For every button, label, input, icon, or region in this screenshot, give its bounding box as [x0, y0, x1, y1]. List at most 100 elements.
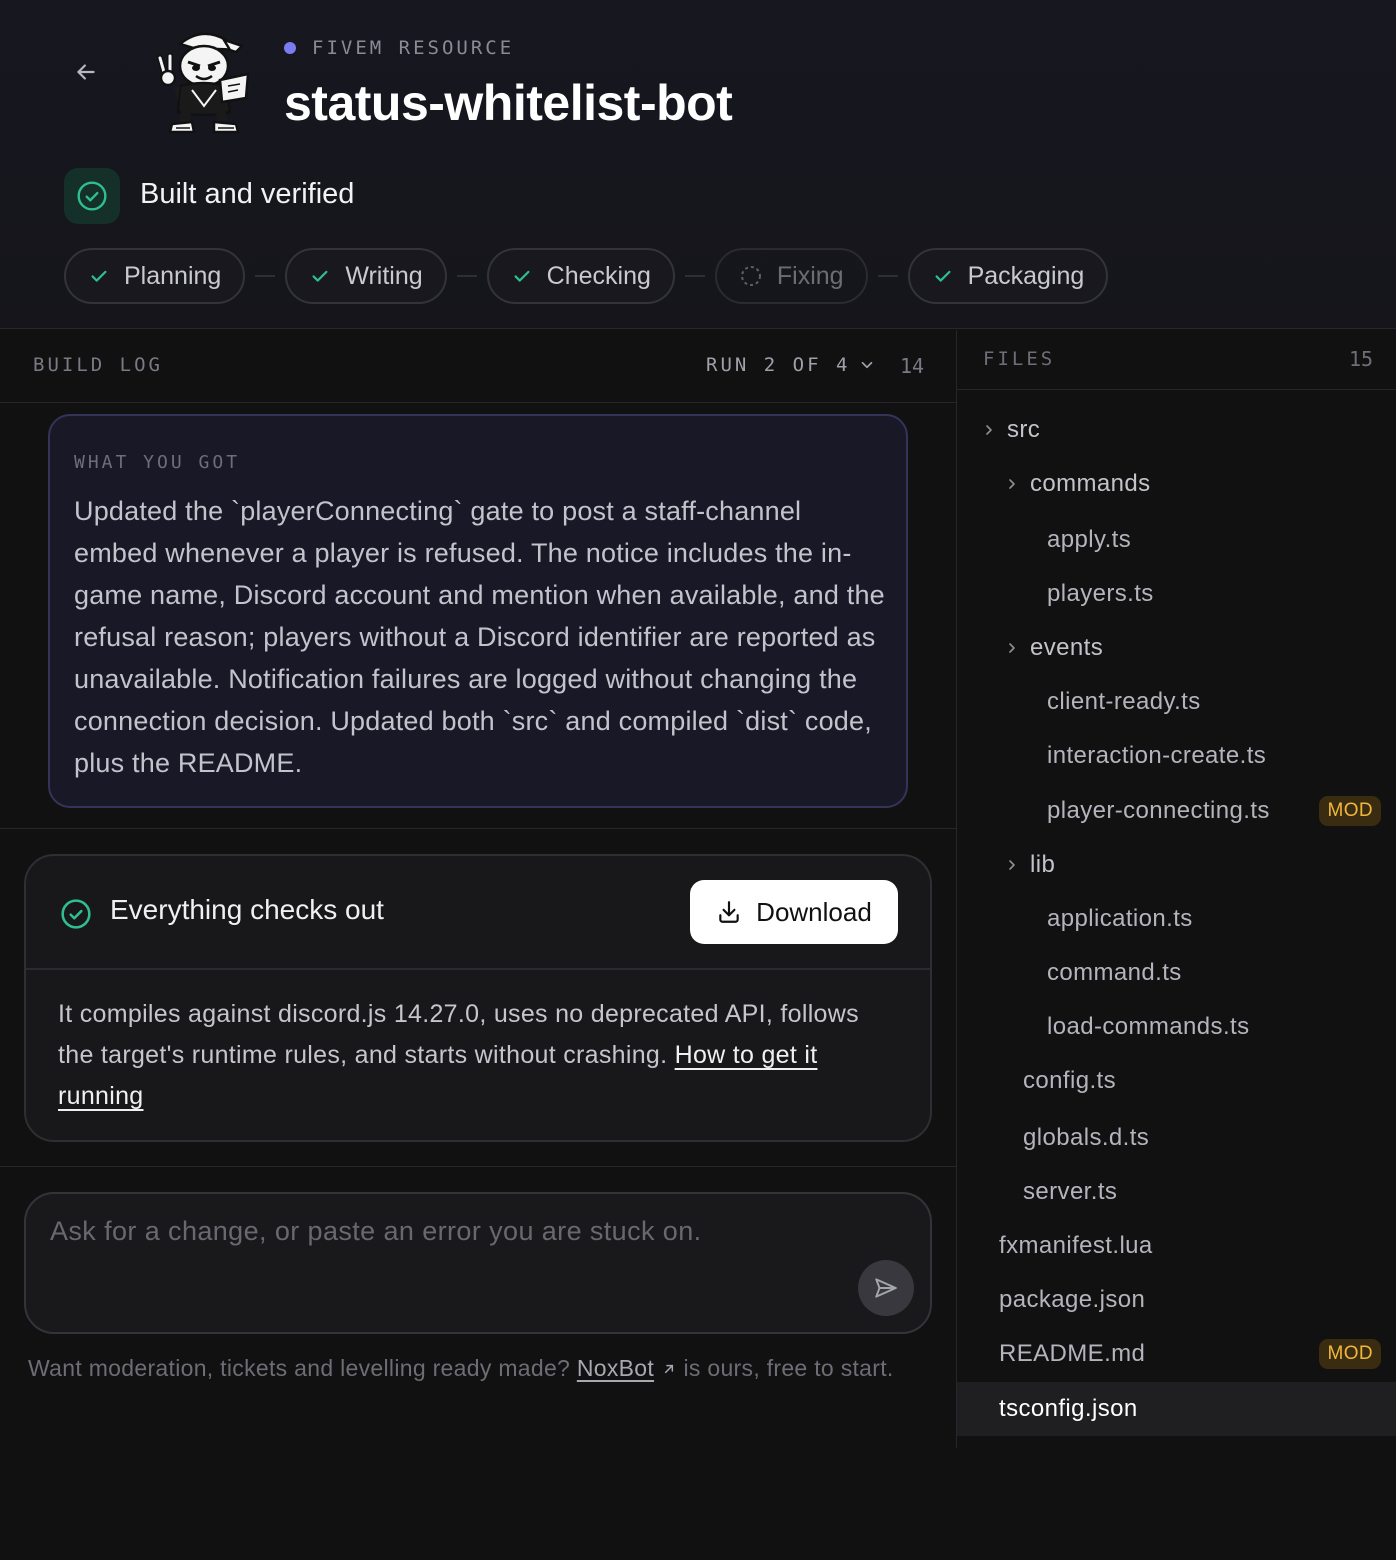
- divider: [0, 1166, 956, 1167]
- check-icon: [935, 270, 951, 282]
- files-panel: FILES 15 src commands apply.ts players.ts ev…: [956, 330, 1396, 1448]
- verification-card: Everything checks out Download It compil…: [24, 854, 932, 1142]
- chevron-right-icon: [1004, 476, 1030, 492]
- check-icon: [312, 270, 328, 282]
- file-name: globals.d.ts: [1023, 1124, 1150, 1151]
- external-link-icon: [664, 1364, 673, 1374]
- check-circle-icon: [77, 181, 107, 211]
- file-name: command.ts: [1047, 959, 1182, 986]
- folder-row[interactable]: commands: [957, 457, 1396, 511]
- build-log-header: BUILD LOG RUN 2 OF 4 14: [0, 330, 956, 403]
- folder-row[interactable]: events: [957, 621, 1396, 675]
- verification-title: Everything checks out: [110, 894, 384, 925]
- folder-name: lib: [1030, 851, 1056, 878]
- composer: [24, 1192, 932, 1334]
- file-row[interactable]: server.ts: [957, 1165, 1396, 1219]
- promo-before: Want moderation, tickets and levelling r…: [28, 1355, 577, 1381]
- check-circle-icon: [61, 899, 91, 929]
- file-name: application.ts: [1047, 905, 1193, 932]
- check-icon: [91, 270, 107, 282]
- step-packaging[interactable]: Packaging: [907, 248, 1109, 304]
- download-icon: [719, 901, 739, 923]
- chevron-right-icon: [1004, 640, 1030, 656]
- step-label: Planning: [124, 261, 222, 290]
- dashed-circle-icon: [740, 266, 761, 286]
- file-row[interactable]: client-ready.ts: [957, 675, 1396, 729]
- verification-body: It compiles against discord.js 14.27.0, …: [58, 994, 888, 1117]
- download-button[interactable]: Download: [690, 880, 898, 944]
- file-name: load-commands.ts: [1047, 1013, 1250, 1040]
- type-dot-icon: [284, 42, 296, 54]
- divider: [0, 828, 956, 829]
- check-icon: [514, 270, 530, 282]
- step-planning[interactable]: Planning: [64, 248, 246, 304]
- file-name: players.ts: [1047, 580, 1154, 607]
- file-row[interactable]: globals.d.ts: [957, 1111, 1396, 1165]
- file-row[interactable]: load-commands.ts: [957, 1000, 1396, 1054]
- step-label: Checking: [546, 261, 651, 290]
- step-separator: [877, 275, 898, 277]
- status-icon-box: [64, 168, 120, 224]
- file-row[interactable]: fxmanifest.lua: [957, 1219, 1396, 1273]
- step-checking[interactable]: Checking: [486, 248, 675, 304]
- file-row[interactable]: command.ts: [957, 946, 1396, 1000]
- step-fixing[interactable]: Fixing: [714, 248, 868, 304]
- file-row[interactable]: package.json: [957, 1273, 1396, 1327]
- step-writing[interactable]: Writing: [285, 248, 447, 304]
- folder-row[interactable]: lib: [957, 838, 1396, 892]
- step-separator: [255, 275, 276, 277]
- promo-after: is ours, free to start.: [676, 1355, 894, 1381]
- build-log-panel: BUILD LOG RUN 2 OF 4 14 WHAT YOU GOT Upd…: [0, 330, 956, 1560]
- step-separator: [684, 275, 705, 277]
- resource-type: FIVEM RESOURCE: [284, 36, 514, 60]
- mascot-logo: [157, 32, 250, 134]
- file-row[interactable]: tsconfig.json: [957, 1382, 1396, 1436]
- download-label: Download: [756, 896, 872, 927]
- file-name: config.ts: [1023, 1067, 1116, 1094]
- file-name: interaction-create.ts: [1047, 742, 1267, 769]
- chat-input[interactable]: [50, 1216, 870, 1276]
- file-row[interactable]: player-connecting.ts MOD: [957, 784, 1396, 838]
- page-title: status-whitelist-bot: [284, 75, 733, 131]
- step-label: Packaging: [967, 261, 1085, 290]
- arrow-left-icon: [77, 64, 95, 80]
- folder-name: events: [1030, 634, 1104, 661]
- file-row[interactable]: players.ts: [957, 567, 1396, 621]
- summary-label: WHAT YOU GOT: [74, 452, 241, 473]
- verification-header: Everything checks out Download: [26, 856, 930, 970]
- send-button[interactable]: [858, 1260, 914, 1316]
- build-log-title: BUILD LOG: [33, 354, 163, 376]
- back-button[interactable]: [66, 52, 106, 92]
- file-row[interactable]: apply.ts: [957, 513, 1396, 567]
- file-row[interactable]: README.md MOD: [957, 1327, 1396, 1381]
- file-name: README.md: [999, 1340, 1146, 1367]
- run-label: RUN 2 OF 4: [706, 354, 851, 376]
- files-header: FILES 15: [957, 330, 1396, 390]
- modified-badge: MOD: [1319, 1339, 1381, 1369]
- pipeline-steps: Planning Writing Checking Fixing Packagi…: [64, 248, 1109, 304]
- modified-badge: MOD: [1319, 796, 1381, 826]
- files-count: 15: [1349, 347, 1374, 371]
- folder-row[interactable]: src: [957, 403, 1396, 457]
- promo-text: Want moderation, tickets and levelling r…: [28, 1350, 908, 1386]
- chevron-right-icon: [981, 422, 1007, 438]
- file-name: tsconfig.json: [999, 1395, 1138, 1422]
- folder-name: commands: [1030, 470, 1151, 497]
- file-row[interactable]: application.ts: [957, 892, 1396, 946]
- chevron-right-icon: [1004, 857, 1030, 873]
- file-name: package.json: [999, 1286, 1146, 1313]
- build-status: Built and verified: [140, 178, 355, 210]
- run-selector[interactable]: RUN 2 OF 4: [706, 354, 876, 376]
- step-label: Writing: [345, 261, 423, 290]
- files-title: FILES: [983, 348, 1056, 370]
- step-separator: [456, 275, 477, 277]
- file-name: player-connecting.ts: [1047, 797, 1270, 824]
- file-row[interactable]: config.ts: [957, 1054, 1396, 1108]
- file-row[interactable]: interaction-create.ts: [957, 729, 1396, 783]
- chevron-down-icon: [862, 361, 873, 369]
- noxbot-link[interactable]: NoxBot: [577, 1355, 654, 1381]
- file-name: apply.ts: [1047, 526, 1132, 553]
- step-label: Fixing: [776, 261, 844, 290]
- file-name: client-ready.ts: [1047, 688, 1201, 715]
- file-name: server.ts: [1023, 1178, 1118, 1205]
